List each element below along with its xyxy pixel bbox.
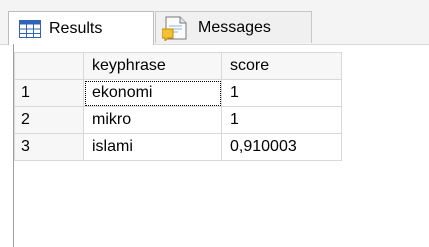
- table-row: 1 ekonomi 1: [14, 79, 342, 107]
- score-cell[interactable]: 1: [221, 106, 342, 134]
- tab-messages[interactable]: Messages: [155, 11, 312, 43]
- results-grid: keyphrase score 1 ekonomi 1 2 mikro 1 3 …: [14, 52, 342, 161]
- row-number[interactable]: 2: [14, 106, 84, 134]
- messages-icon: [161, 15, 190, 42]
- column-header-keyphrase[interactable]: keyphrase: [83, 52, 222, 80]
- row-number[interactable]: 1: [14, 79, 84, 107]
- grid-icon: [19, 19, 41, 38]
- keyphrase-cell[interactable]: ekonomi: [83, 79, 222, 107]
- score-cell[interactable]: 1: [221, 79, 342, 107]
- row-number-header[interactable]: [14, 52, 84, 80]
- sql-results-panel: Results Messages keyphrase score 1 ekono…: [0, 0, 429, 247]
- row-number[interactable]: 3: [14, 133, 84, 161]
- table-row: 2 mikro 1: [14, 106, 342, 134]
- tab-messages-label: Messages: [198, 18, 271, 36]
- keyphrase-cell[interactable]: islami: [83, 133, 222, 161]
- tab-results-label: Results: [49, 19, 103, 37]
- results-tab-strip: Results Messages: [0, 0, 429, 45]
- table-row: 3 islami 0,910003: [14, 133, 342, 161]
- score-cell[interactable]: 0,910003: [221, 133, 342, 161]
- column-header-score[interactable]: score: [221, 52, 342, 80]
- grid-header-row: keyphrase score: [14, 52, 342, 80]
- tab-results[interactable]: Results: [8, 11, 154, 45]
- keyphrase-cell[interactable]: mikro: [83, 106, 222, 134]
